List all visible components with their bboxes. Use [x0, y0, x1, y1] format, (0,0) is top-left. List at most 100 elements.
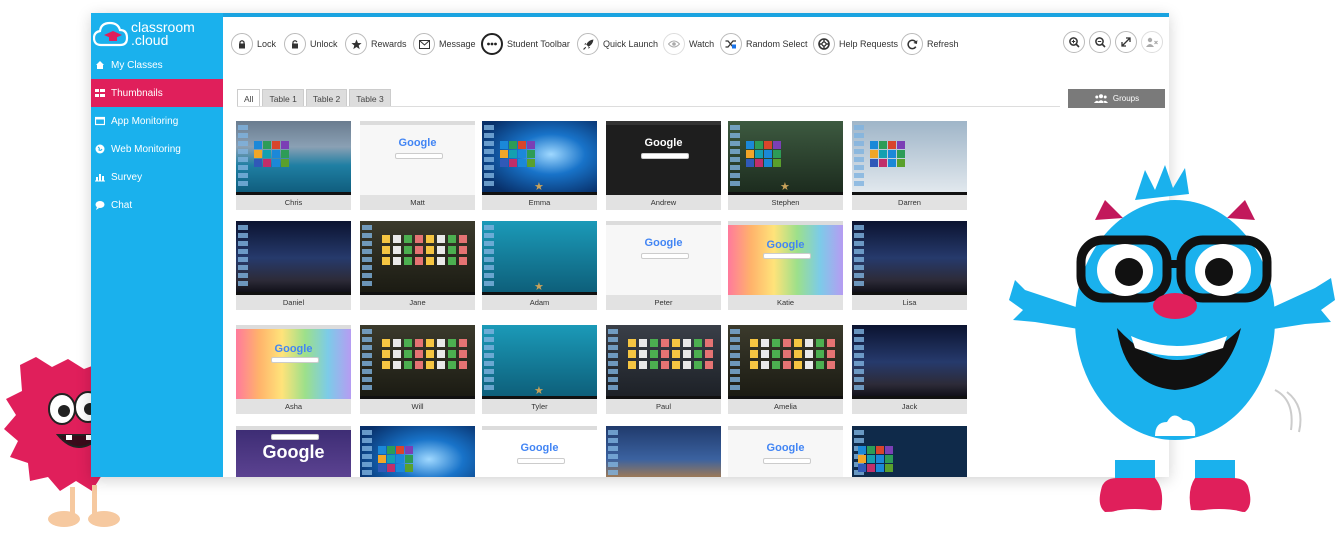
student-thumbnail[interactable]: Google Asha: [236, 325, 351, 414]
groups-label: Groups: [1112, 94, 1140, 103]
zoom-out-button[interactable]: [1089, 31, 1111, 53]
sidebar-item-app-monitoring[interactable]: App Monitoring: [91, 107, 223, 135]
sidebar-item-web-monitoring[interactable]: Web Monitoring: [91, 135, 223, 163]
message-button[interactable]: Message: [413, 31, 476, 57]
desktop-icons: [238, 125, 248, 189]
screen-preview: [360, 325, 475, 399]
student-thumbnail[interactable]: [360, 426, 475, 477]
browser-tabbar: [360, 121, 475, 125]
student-thumbnail[interactable]: Google Katie: [728, 221, 843, 310]
student-name: Jack: [852, 399, 967, 414]
sidebar-item-thumbnails[interactable]: Thumbnails: [91, 79, 223, 107]
tab-table-3[interactable]: Table 3: [349, 89, 391, 107]
cloud-logo-icon: [93, 21, 129, 47]
star-icon: [350, 39, 362, 49]
student-thumbnail[interactable]: Paul: [606, 325, 721, 414]
users-icon: [1093, 94, 1108, 103]
envelope-icon: [418, 39, 430, 49]
start-tiles: [378, 446, 413, 472]
lock-icon: [239, 40, 245, 49]
student-thumbnail[interactable]: Google: [482, 426, 597, 477]
quick-launch-button[interactable]: Quick Launch: [577, 31, 658, 57]
desktop-icons: [484, 225, 494, 289]
student-thumbnail[interactable]: Will: [360, 325, 475, 414]
browser-tabbar: [482, 426, 597, 430]
search-box: [270, 357, 319, 363]
student-thumbnail[interactable]: ★ Stephen: [728, 121, 843, 210]
student-thumbnail[interactable]: ★ Emma: [482, 121, 597, 210]
refresh-icon: [906, 39, 917, 49]
random-select-button[interactable]: Random Select: [720, 31, 808, 57]
sidebar-item-label: My Classes: [111, 59, 163, 71]
student-thumbnail[interactable]: [606, 426, 721, 477]
help-requests-button[interactable]: Help Requests: [813, 31, 898, 57]
rewards-button[interactable]: Rewards: [345, 31, 407, 57]
google-logo-text: Google: [398, 137, 437, 149]
student-thumbnail[interactable]: Google Matt: [360, 121, 475, 210]
student-thumbnail[interactable]: Jack: [852, 325, 967, 414]
random-select-label: Random Select: [746, 39, 808, 49]
student-thumbnail[interactable]: Google: [728, 426, 843, 477]
screen-preview: Google: [606, 121, 721, 195]
student-name: Asha: [236, 399, 351, 414]
search-box: [762, 458, 811, 464]
bar-chart-icon: [95, 174, 105, 182]
watch-button[interactable]: Watch: [663, 31, 714, 57]
student-thumbnail[interactable]: Darren: [852, 121, 967, 210]
grid-icon: [95, 88, 105, 98]
student-thumbnail[interactable]: [852, 426, 967, 477]
google-logo-text: Google: [766, 442, 805, 454]
student-name: Katie: [728, 295, 843, 310]
desktop-icons: [854, 329, 864, 393]
student-thumbnail[interactable]: Chris: [236, 121, 351, 210]
google-logo-text: Google: [644, 237, 683, 249]
student-toolbar-button[interactable]: Student Toolbar: [481, 31, 570, 57]
zoom-in-button[interactable]: [1063, 31, 1085, 53]
google-logo-text: Google: [644, 137, 683, 149]
shuffle-icon: [725, 40, 736, 49]
reward-star-icon: ★: [534, 181, 544, 193]
screen-preview: Google: [606, 221, 721, 295]
unlock-label: Unlock: [310, 39, 338, 49]
screen-preview: [360, 426, 475, 477]
unlock-icon: [292, 40, 298, 49]
reward-star-icon: ★: [534, 385, 544, 397]
student-thumbnail[interactable]: Google Andrew: [606, 121, 721, 210]
student-thumbnail[interactable]: Lisa: [852, 221, 967, 310]
window-icon: [95, 116, 105, 126]
student-thumbnail[interactable]: ★ Adam: [482, 221, 597, 310]
screen-preview: [852, 221, 967, 295]
screen-preview: [852, 121, 967, 195]
student-name: Stephen: [728, 195, 843, 210]
student-thumbnail[interactable]: Jane: [360, 221, 475, 310]
refresh-button[interactable]: Refresh: [901, 31, 959, 57]
rocket-icon: [582, 39, 593, 50]
sidebar-item-survey[interactable]: Survey: [91, 163, 223, 191]
tab-table-2[interactable]: Table 2: [305, 89, 348, 107]
desktop-icons: [608, 430, 618, 477]
lock-button[interactable]: Lock: [231, 31, 276, 57]
groups-button[interactable]: Groups: [1068, 89, 1165, 108]
sidebar-item-label: Thumbnails: [111, 87, 163, 99]
student-thumbnail[interactable]: Google Peter: [606, 221, 721, 310]
remove-user-button[interactable]: [1141, 31, 1163, 53]
student-thumbnail[interactable]: Daniel: [236, 221, 351, 310]
tab-all[interactable]: All: [237, 89, 261, 107]
screen-preview: Google: [236, 426, 351, 477]
search-box: [640, 253, 689, 259]
sidebar-item-my-classes[interactable]: My Classes: [91, 51, 223, 79]
student-name: Matt: [360, 195, 475, 210]
search-box: [516, 458, 565, 464]
unlock-button[interactable]: Unlock: [284, 31, 338, 57]
student-name: Tyler: [482, 399, 597, 414]
student-thumbnail[interactable]: Google: [236, 426, 351, 477]
expand-button[interactable]: [1115, 31, 1137, 53]
search-box: [270, 434, 319, 440]
student-thumbnail[interactable]: ★ Tyler: [482, 325, 597, 414]
screen-preview: [236, 121, 351, 195]
sidebar-item-chat[interactable]: Chat: [91, 191, 223, 219]
tab-table-1[interactable]: Table 1: [262, 89, 304, 107]
desktop-icons: [484, 329, 494, 393]
screen-preview: ★: [482, 221, 597, 295]
student-thumbnail[interactable]: Amelia: [728, 325, 843, 414]
